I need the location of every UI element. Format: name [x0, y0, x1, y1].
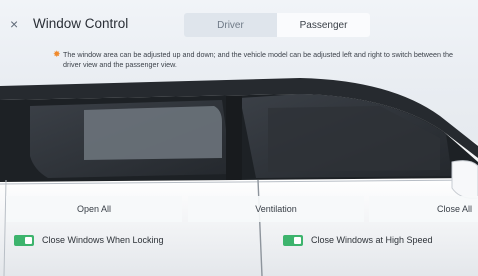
toggle-close-at-high-speed[interactable]: Close Windows at High Speed [283, 229, 433, 251]
close-icon[interactable]: × [10, 16, 18, 32]
switch-knob [25, 236, 32, 244]
toggle-close-when-locking[interactable]: Close Windows When Locking [14, 229, 164, 251]
toggle-label: Close Windows When Locking [42, 235, 164, 245]
ventilation-button[interactable]: Ventilation [188, 196, 364, 222]
locking-toggle-switch[interactable] [14, 234, 34, 246]
header-bar: × Window Control Driver Passenger [0, 0, 478, 48]
tab-passenger[interactable]: Passenger [277, 13, 370, 37]
high-speed-toggle-switch[interactable] [283, 234, 303, 246]
side-mirror [451, 160, 478, 199]
open-all-button[interactable]: Open All [6, 196, 182, 222]
toggle-label: Close Windows at High Speed [311, 235, 433, 245]
info-icon: ✸ [53, 49, 61, 59]
view-segmented-control: Driver Passenger [184, 13, 370, 37]
window-actions: Open All Ventilation Close All [0, 196, 478, 222]
tab-driver[interactable]: Driver [184, 13, 277, 37]
switch-knob [294, 236, 301, 244]
close-all-button[interactable]: Close All [369, 196, 478, 222]
page-title: Window Control [33, 16, 129, 31]
